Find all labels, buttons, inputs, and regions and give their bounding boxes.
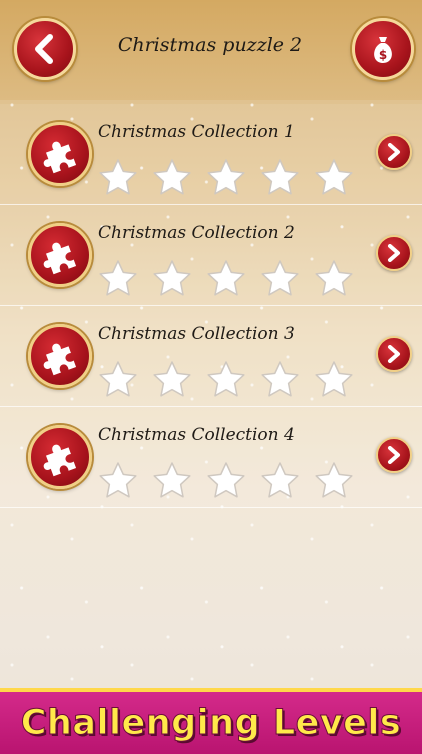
star-empty-icon	[315, 361, 353, 397]
puzzle-piece-icon	[43, 444, 77, 477]
star-empty-icon	[99, 260, 137, 296]
puzzle-badge[interactable]	[28, 122, 92, 186]
collection-row[interactable]: Christmas Collection 2	[0, 205, 422, 306]
star-empty-icon	[261, 361, 299, 397]
banner-text: Challenging Levels	[20, 703, 402, 744]
open-collection-button[interactable]	[376, 235, 412, 271]
star-empty-icon	[261, 260, 299, 296]
puzzle-badge[interactable]	[28, 324, 92, 388]
open-collection-button[interactable]	[376, 336, 412, 372]
star-rating	[98, 158, 354, 198]
star-empty-icon	[207, 260, 245, 296]
puzzle-badge[interactable]	[28, 223, 92, 287]
chevron-right-icon	[388, 143, 400, 161]
svg-text:$: $	[379, 48, 387, 62]
chevron-right-icon	[388, 446, 400, 464]
puzzle-piece-icon	[43, 242, 77, 275]
star-rating	[98, 259, 354, 299]
star-empty-icon	[99, 159, 137, 195]
chevron-left-icon	[35, 34, 53, 64]
star-empty-icon	[153, 260, 191, 296]
star-rating	[98, 461, 354, 501]
star-empty-icon	[99, 462, 137, 498]
collection-label: Christmas Collection 4	[98, 425, 295, 445]
star-empty-icon	[153, 159, 191, 195]
star-empty-icon	[261, 462, 299, 498]
star-empty-icon	[315, 462, 353, 498]
collection-row[interactable]: Christmas Collection 1	[0, 104, 422, 205]
puzzle-piece-icon	[43, 343, 77, 376]
star-empty-icon	[99, 361, 137, 397]
chevron-right-icon	[388, 345, 400, 363]
collection-row[interactable]: Christmas Collection 4	[0, 407, 422, 508]
star-empty-icon	[153, 361, 191, 397]
back-button[interactable]	[14, 18, 76, 80]
star-empty-icon	[261, 159, 299, 195]
star-empty-icon	[315, 260, 353, 296]
puzzle-piece-icon	[43, 141, 77, 174]
star-empty-icon	[207, 159, 245, 195]
star-empty-icon	[153, 462, 191, 498]
page-title: Christmas puzzle 2	[117, 34, 303, 56]
star-rating	[98, 360, 354, 400]
open-collection-button[interactable]	[376, 134, 412, 170]
collection-label: Christmas Collection 1	[98, 122, 295, 142]
star-empty-icon	[207, 361, 245, 397]
money-bag-icon: $	[374, 37, 392, 63]
chevron-right-icon	[388, 244, 400, 262]
header: Christmas puzzle 2 $	[0, 0, 422, 100]
open-collection-button[interactable]	[376, 437, 412, 473]
promo-banner: Challenging Levels	[0, 688, 422, 754]
star-empty-icon	[207, 462, 245, 498]
collection-label: Christmas Collection 3	[98, 324, 295, 344]
puzzle-badge[interactable]	[28, 425, 92, 489]
collection-row[interactable]: Christmas Collection 3	[0, 306, 422, 407]
collection-label: Christmas Collection 2	[98, 223, 295, 243]
star-empty-icon	[315, 159, 353, 195]
shop-button[interactable]: $	[352, 18, 414, 80]
